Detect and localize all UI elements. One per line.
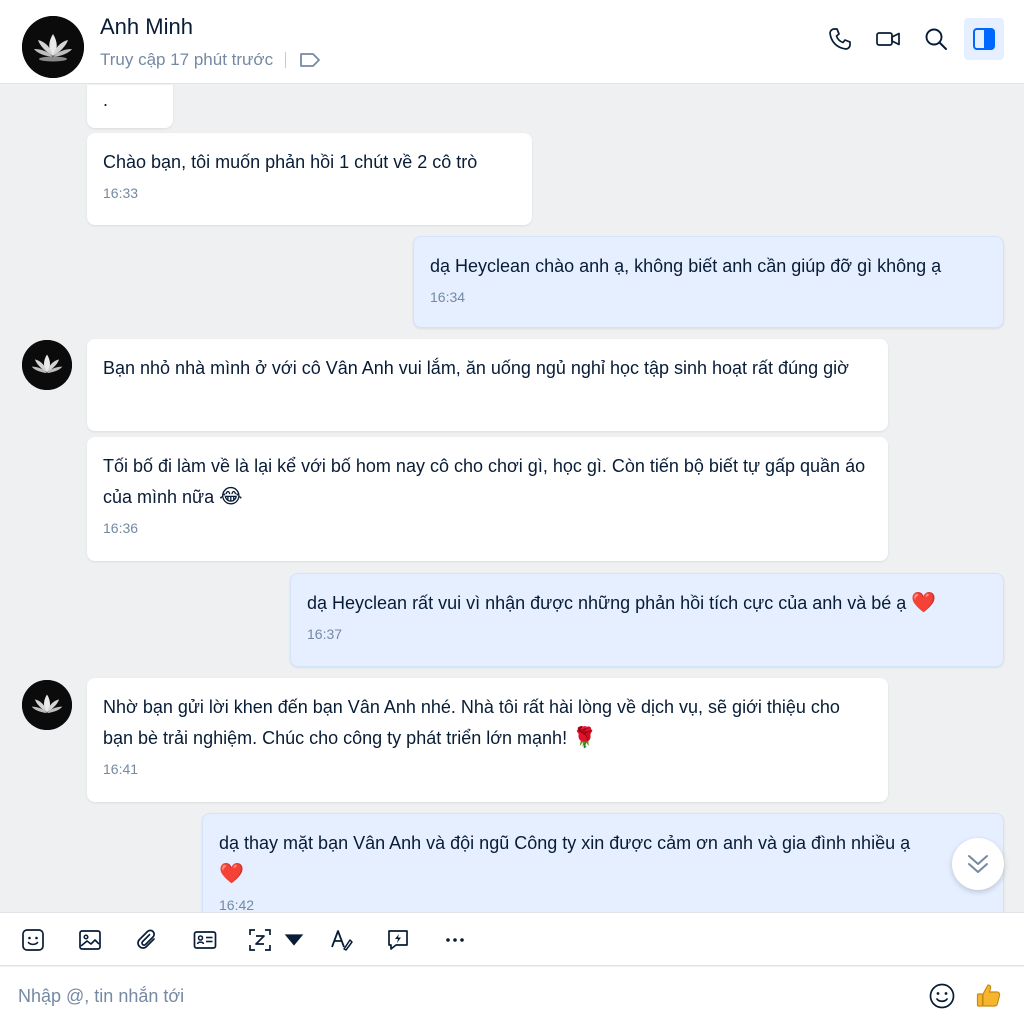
sticker-icon <box>22 929 44 951</box>
message-bubble[interactable]: Tối bố đi làm về là lại kể với bố hom na… <box>87 437 888 561</box>
lotus-icon <box>22 16 84 78</box>
message-time: 16:42 <box>219 897 255 912</box>
chat-header: Anh Minh Truy cập 17 phút trước <box>0 0 1024 84</box>
contact-avatar[interactable] <box>22 16 84 78</box>
message-time: 16:36 <box>103 520 139 536</box>
contact-card-icon <box>193 931 217 949</box>
last-seen-text: Truy cập 17 phút trước <box>100 50 274 69</box>
search-icon <box>925 28 947 50</box>
message-time: 16:41 <box>103 761 139 777</box>
more-options-button[interactable] <box>440 925 470 955</box>
message-text-content: dạ Heyclean rất vui vì nhận được những p… <box>307 593 907 613</box>
phone-icon <box>829 28 851 50</box>
message-text: Tối bố đi làm về là lại kể với bố hom na… <box>103 451 872 513</box>
send-like-button[interactable] <box>974 981 1004 1011</box>
smiley-icon <box>929 983 955 1009</box>
heart-emoji-icon: ❤️ <box>911 592 937 614</box>
search-button[interactable] <box>916 18 956 60</box>
divider <box>285 52 287 68</box>
message-time: 16:34 <box>430 289 466 305</box>
contact-status: Truy cập 17 phút trước <box>100 50 322 70</box>
lotus-icon <box>22 680 72 730</box>
double-chevron-down-icon <box>968 855 988 873</box>
more-horizontal-icon <box>446 938 464 942</box>
message-text: dạ Heyclean rất vui vì nhận được những p… <box>307 588 987 619</box>
message-text-content: Tối bố đi làm về là lại kể với bố hom na… <box>103 456 866 507</box>
voice-call-button[interactable] <box>820 18 860 60</box>
send-contact-card-button[interactable] <box>190 925 220 955</box>
message-bubble-sent[interactable]: dạ thay mặt bạn Vân Anh và đội ngũ Công … <box>202 813 1004 912</box>
message-text: Bạn nhỏ nhà mình ở với cô Vân Anh vui lắ… <box>103 358 849 378</box>
message-text: dạ Heyclean chào anh ạ, không biết anh c… <box>430 256 942 276</box>
text-format-icon <box>331 930 353 951</box>
scroll-to-bottom-button[interactable] <box>952 838 1004 890</box>
format-text-button[interactable] <box>326 925 356 955</box>
message-bubble-sent[interactable]: dạ Heyclean chào anh ạ, không biết anh c… <box>413 236 1004 328</box>
tag-icon[interactable] <box>298 50 322 70</box>
message-composer <box>0 967 1024 1024</box>
laughing-emoji-icon: 😂 <box>219 486 243 508</box>
toggle-info-panel-button[interactable] <box>964 18 1004 60</box>
paperclip-icon <box>137 929 155 949</box>
composer-toolbar <box>0 912 1024 966</box>
sidebar-panel-icon <box>973 28 995 50</box>
send-image-button[interactable] <box>75 925 105 955</box>
attach-file-button[interactable] <box>132 925 162 955</box>
message-text: . <box>103 90 109 110</box>
message-text-content: Nhờ bạn gửi lời khen đến bạn Vân Anh nhé… <box>103 697 840 748</box>
emoji-picker-button[interactable] <box>927 981 957 1011</box>
message-bubble[interactable]: . <box>87 85 173 128</box>
message-time: 16:33 <box>103 185 139 201</box>
message-time: 16:37 <box>307 626 343 642</box>
video-camera-icon <box>876 32 900 46</box>
video-call-button[interactable] <box>868 18 908 60</box>
rose-emoji-icon: 🌹 <box>572 727 597 749</box>
sender-avatar[interactable] <box>22 680 72 730</box>
image-icon <box>79 930 101 950</box>
header-actions <box>820 18 1004 60</box>
message-text-content: dạ thay mặt bạn Vân Anh và đội ngũ Công … <box>219 833 911 853</box>
thumbs-up-icon <box>976 984 1001 1007</box>
sticker-button[interactable] <box>18 925 48 955</box>
quick-message-icon <box>388 930 408 950</box>
message-text: dạ thay mặt bạn Vân Anh và đội ngũ Công … <box>219 828 947 890</box>
message-bubble[interactable]: Chào bạn, tôi muốn phản hồi 1 chút về 2 … <box>87 133 532 225</box>
message-text: Chào bạn, tôi muốn phản hồi 1 chút về 2 … <box>103 152 478 172</box>
heart-emoji-icon: ❤️ <box>219 863 244 885</box>
message-input[interactable] <box>18 979 898 1013</box>
sender-avatar[interactable] <box>22 340 72 390</box>
contact-name[interactable]: Anh Minh <box>100 14 193 40</box>
quick-message-button[interactable] <box>383 925 413 955</box>
screenshot-button[interactable] <box>247 925 307 955</box>
message-bubble[interactable]: Nhờ bạn gửi lời khen đến bạn Vân Anh nhé… <box>87 678 888 802</box>
screenshot-icon <box>249 929 271 951</box>
message-bubble-sent[interactable]: dạ Heyclean rất vui vì nhận được những p… <box>290 573 1004 667</box>
message-text: Nhờ bạn gửi lời khen đến bạn Vân Anh nhé… <box>103 692 872 754</box>
message-bubble[interactable]: Bạn nhỏ nhà mình ở với cô Vân Anh vui lắ… <box>87 339 888 431</box>
lotus-icon <box>22 340 72 390</box>
message-list[interactable]: . Chào bạn, tôi muốn phản hồi 1 chút về … <box>0 85 1024 912</box>
caret-down-icon[interactable] <box>281 927 307 953</box>
